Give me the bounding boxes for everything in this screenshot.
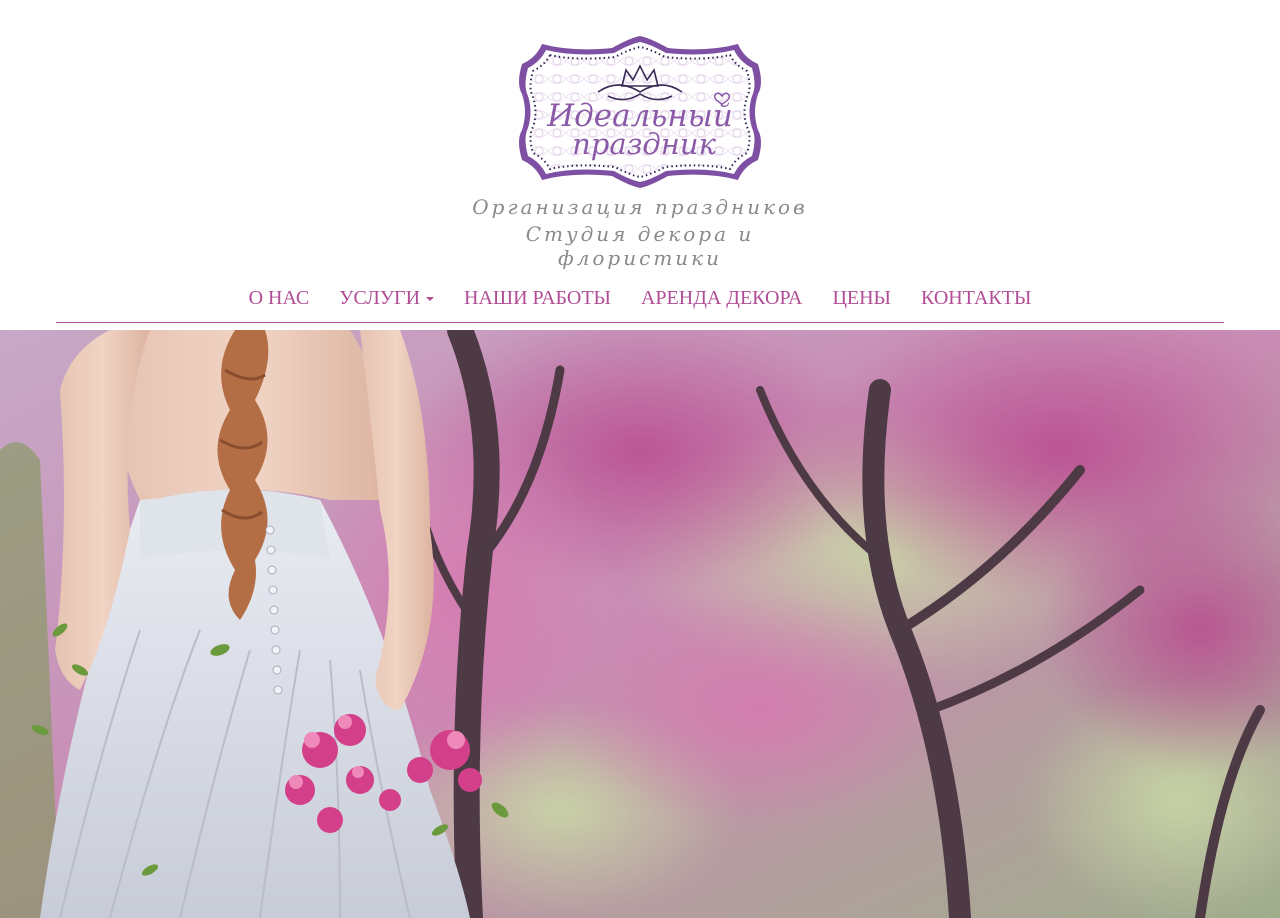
caret-down-icon (426, 297, 435, 302)
main-nav: О НАС УСЛУГИ НАШИ РАБОТЫ АРЕНДА ДЕКОРА Ц… (56, 284, 1224, 323)
tagline-organization: Организация праздников (472, 195, 808, 219)
site-header: Идеальный праздник Организация празднико… (0, 0, 1280, 330)
site-logo[interactable]: Идеальный праздник (512, 34, 768, 190)
nav-item-contacts[interactable]: КОНТАКТЫ (906, 284, 1046, 312)
nav-item-works[interactable]: НАШИ РАБОТЫ (449, 284, 626, 312)
nav-item-decor-rental-label: АРЕНДА ДЕКОРА (640, 287, 803, 309)
nav-item-contacts-label: КОНТАКТЫ (921, 287, 1032, 309)
nav-item-about-label: О НАС (248, 287, 310, 309)
nav-item-works-label: НАШИ РАБОТЫ (464, 287, 611, 309)
nav-item-services-label: УСЛУГИ (339, 287, 421, 309)
nav-item-about[interactable]: О НАС (234, 284, 325, 312)
nav-item-prices[interactable]: ЦЕНЫ (817, 284, 906, 312)
nav-item-decor-rental[interactable]: АРЕНДА ДЕКОРА (626, 284, 817, 312)
nav-item-services[interactable]: УСЛУГИ (324, 284, 449, 312)
hero-banner (0, 330, 1280, 918)
nav-item-prices-label: ЦЕНЫ (832, 287, 891, 309)
hero-image (0, 330, 1280, 918)
logo-text-line2: праздник (572, 127, 717, 161)
tagline-studio: Студия декора и флористики (525, 222, 755, 270)
